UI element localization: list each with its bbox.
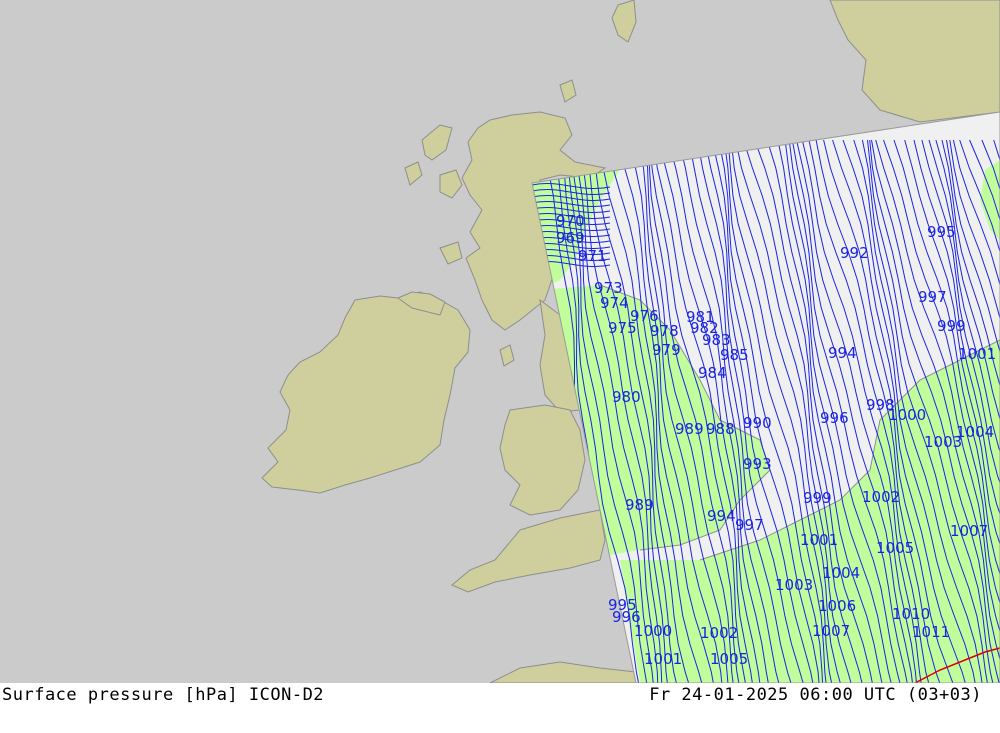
valid-time: Fr 24-01-2025 06:00 UTC (03+03) bbox=[649, 685, 982, 705]
isobar-label: 989 bbox=[625, 496, 654, 514]
isobar-label: 999 bbox=[803, 489, 832, 507]
isobar-label: 1001 bbox=[800, 531, 838, 549]
isobar-label: 999 bbox=[937, 317, 966, 335]
isobar-label: 1002 bbox=[700, 624, 738, 642]
isobar-label: 969 bbox=[556, 229, 585, 247]
isobar-label: 1011 bbox=[912, 623, 950, 641]
isobar-label: 1000 bbox=[888, 406, 926, 424]
isobar-label: 984 bbox=[698, 364, 727, 382]
isobar-label: 992 bbox=[840, 244, 869, 262]
isobar-label: 1007 bbox=[950, 522, 988, 540]
isobar-label: 997 bbox=[735, 516, 764, 534]
isobar-label: 978 bbox=[650, 322, 679, 340]
isobar-label: 1001 bbox=[644, 650, 682, 668]
isobar-label: 997 bbox=[918, 288, 947, 306]
isobar-label: 985 bbox=[720, 346, 749, 364]
isobar-label: 1001 bbox=[958, 345, 996, 363]
isobar-label: 994 bbox=[828, 344, 857, 362]
isobar-label: 1004 bbox=[956, 423, 994, 441]
isobar-label: 1003 bbox=[775, 576, 813, 594]
isobar-label: 971 bbox=[578, 247, 607, 265]
isobar-label: 974 bbox=[600, 294, 629, 312]
map-area: 970 969 971 973 974 975 976 978 979 980 981 982 983 9… bbox=[0, 0, 1000, 683]
isobar-label: 1005 bbox=[710, 650, 748, 668]
pressure-map: 9709699719739749759769789799809819829839… bbox=[0, 0, 1000, 683]
isobar-label: 993 bbox=[743, 455, 772, 473]
isobar-label: 989 bbox=[675, 420, 704, 438]
isobar-label: 979 bbox=[652, 341, 681, 359]
isobar-label: 1006 bbox=[818, 597, 856, 615]
isobar-label: 1000 bbox=[634, 622, 672, 640]
footer: Surface pressure [hPa] ICON-D2 Fr 24-01-… bbox=[0, 683, 1000, 733]
isobar-label: 995 bbox=[927, 223, 956, 241]
isobar-label: 1007 bbox=[812, 622, 850, 640]
isobar-label: 990 bbox=[743, 414, 772, 432]
chart-title: Surface pressure [hPa] ICON-D2 bbox=[2, 685, 325, 705]
isobar-label: 1010 bbox=[892, 605, 930, 623]
isobar-label: 1004 bbox=[822, 564, 860, 582]
isobar-label: 988 bbox=[706, 420, 735, 438]
isobar-label: 994 bbox=[707, 507, 736, 525]
isobar-label: 996 bbox=[820, 409, 849, 427]
isobar-label: 980 bbox=[612, 388, 641, 406]
isobar-label: 970 bbox=[556, 212, 585, 230]
isobar-label: 1005 bbox=[876, 539, 914, 557]
isobar-label: 1002 bbox=[862, 488, 900, 506]
